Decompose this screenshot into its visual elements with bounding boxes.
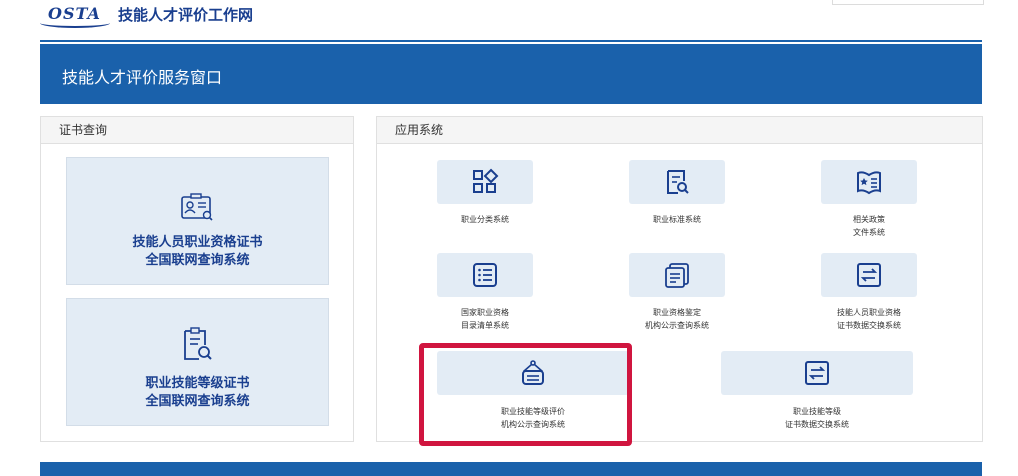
app-tile xyxy=(437,160,533,204)
top-bar: OSTA 技能人才评价工作网 xyxy=(0,0,1018,34)
app-label: 国家职业资格 目录清单系统 xyxy=(437,306,533,332)
institution-docs-icon xyxy=(663,261,691,289)
cert-card-line1: 职业技能等级证书 xyxy=(145,376,250,391)
app-label-line1: 职业标准系统 xyxy=(653,215,701,224)
cert-card-skill-level[interactable]: 职业技能等级证书 全国联网查询系统 xyxy=(66,298,329,426)
app-tile xyxy=(629,253,725,297)
app-label-line1: 职业资格鉴定 xyxy=(653,308,701,317)
certificate-query-panel: 证书查询 技能人员职业资格证书 全国联网查询系统 职业技能等级证书 全国联网查询… xyxy=(40,116,354,442)
app-label-line1: 职业技能等级 xyxy=(793,407,841,416)
app-occupation-classification[interactable]: 职业分类系统 xyxy=(437,160,533,230)
app-label-line1: 相关政策 xyxy=(853,215,885,224)
banner-title: 技能人才评价服务窗口 xyxy=(62,68,223,87)
top-right-search-box[interactable] xyxy=(832,0,984,5)
app-tile xyxy=(629,160,725,204)
category-grid-icon xyxy=(471,168,499,196)
app-label-line2: 证书数据交换系统 xyxy=(837,321,901,330)
app-qualification-institution[interactable]: 职业资格鉴定 机构公示查询系统 xyxy=(629,253,725,333)
banner: 技能人才评价服务窗口 xyxy=(40,44,982,104)
document-search-icon xyxy=(177,325,217,365)
app-label: 技能人员职业资格 证书数据交换系统 xyxy=(821,306,917,332)
app-label-line1: 技能人员职业资格 xyxy=(837,308,901,317)
id-card-search-icon xyxy=(177,188,217,228)
app-tile xyxy=(821,160,917,204)
app-occupation-standard[interactable]: 职业标准系统 xyxy=(629,160,725,230)
app-label-line2: 机构公示查询系统 xyxy=(645,321,709,330)
app-skill-level-data-exchange[interactable]: 职业技能等级 证书数据交换系统 xyxy=(721,351,913,431)
cert-card-line2: 全国联网查询系统 xyxy=(145,394,250,409)
cert-card-text: 技能人员职业资格证书 全国联网查询系统 xyxy=(67,234,328,270)
panel-title: 应用系统 xyxy=(377,117,982,144)
app-national-qualification-catalog[interactable]: 国家职业资格 目录清单系统 xyxy=(437,253,533,333)
app-tile xyxy=(821,253,917,297)
cert-card-vocational-qualification[interactable]: 技能人员职业资格证书 全国联网查询系统 xyxy=(66,157,329,285)
panel-title: 证书查询 xyxy=(41,117,353,144)
app-tile xyxy=(721,351,913,395)
app-label: 相关政策 文件系统 xyxy=(821,213,917,239)
exchange-arrows-icon xyxy=(803,359,831,387)
footer-bar xyxy=(40,462,982,476)
exchange-arrows-icon xyxy=(855,261,883,289)
site-title[interactable]: 技能人才评价工作网 xyxy=(118,4,253,25)
app-label: 职业分类系统 xyxy=(437,213,533,226)
app-qualification-data-exchange[interactable]: 技能人员职业资格 证书数据交换系统 xyxy=(821,253,917,333)
app-label-line2: 文件系统 xyxy=(853,228,885,237)
standard-search-icon xyxy=(663,168,691,196)
app-label: 职业标准系统 xyxy=(629,213,725,226)
app-tile xyxy=(437,253,533,297)
app-label-line1: 职业分类系统 xyxy=(461,215,509,224)
header-divider xyxy=(40,40,982,42)
app-label-line1: 国家职业资格 xyxy=(461,308,509,317)
app-label: 职业技能等级 证书数据交换系统 xyxy=(721,405,913,431)
logo-swoosh-icon xyxy=(40,18,110,28)
app-label-line2: 目录清单系统 xyxy=(461,321,509,330)
policy-book-icon xyxy=(855,168,883,196)
highlight-box xyxy=(419,343,632,446)
cert-card-line2: 全国联网查询系统 xyxy=(145,253,250,268)
app-label-line2: 证书数据交换系统 xyxy=(785,420,849,429)
cert-card-line1: 技能人员职业资格证书 xyxy=(132,235,263,250)
app-label: 职业资格鉴定 机构公示查询系统 xyxy=(629,306,725,332)
list-catalog-icon xyxy=(471,261,499,289)
app-related-policy[interactable]: 相关政策 文件系统 xyxy=(821,160,917,240)
cert-card-text: 职业技能等级证书 全国联网查询系统 xyxy=(67,375,328,411)
